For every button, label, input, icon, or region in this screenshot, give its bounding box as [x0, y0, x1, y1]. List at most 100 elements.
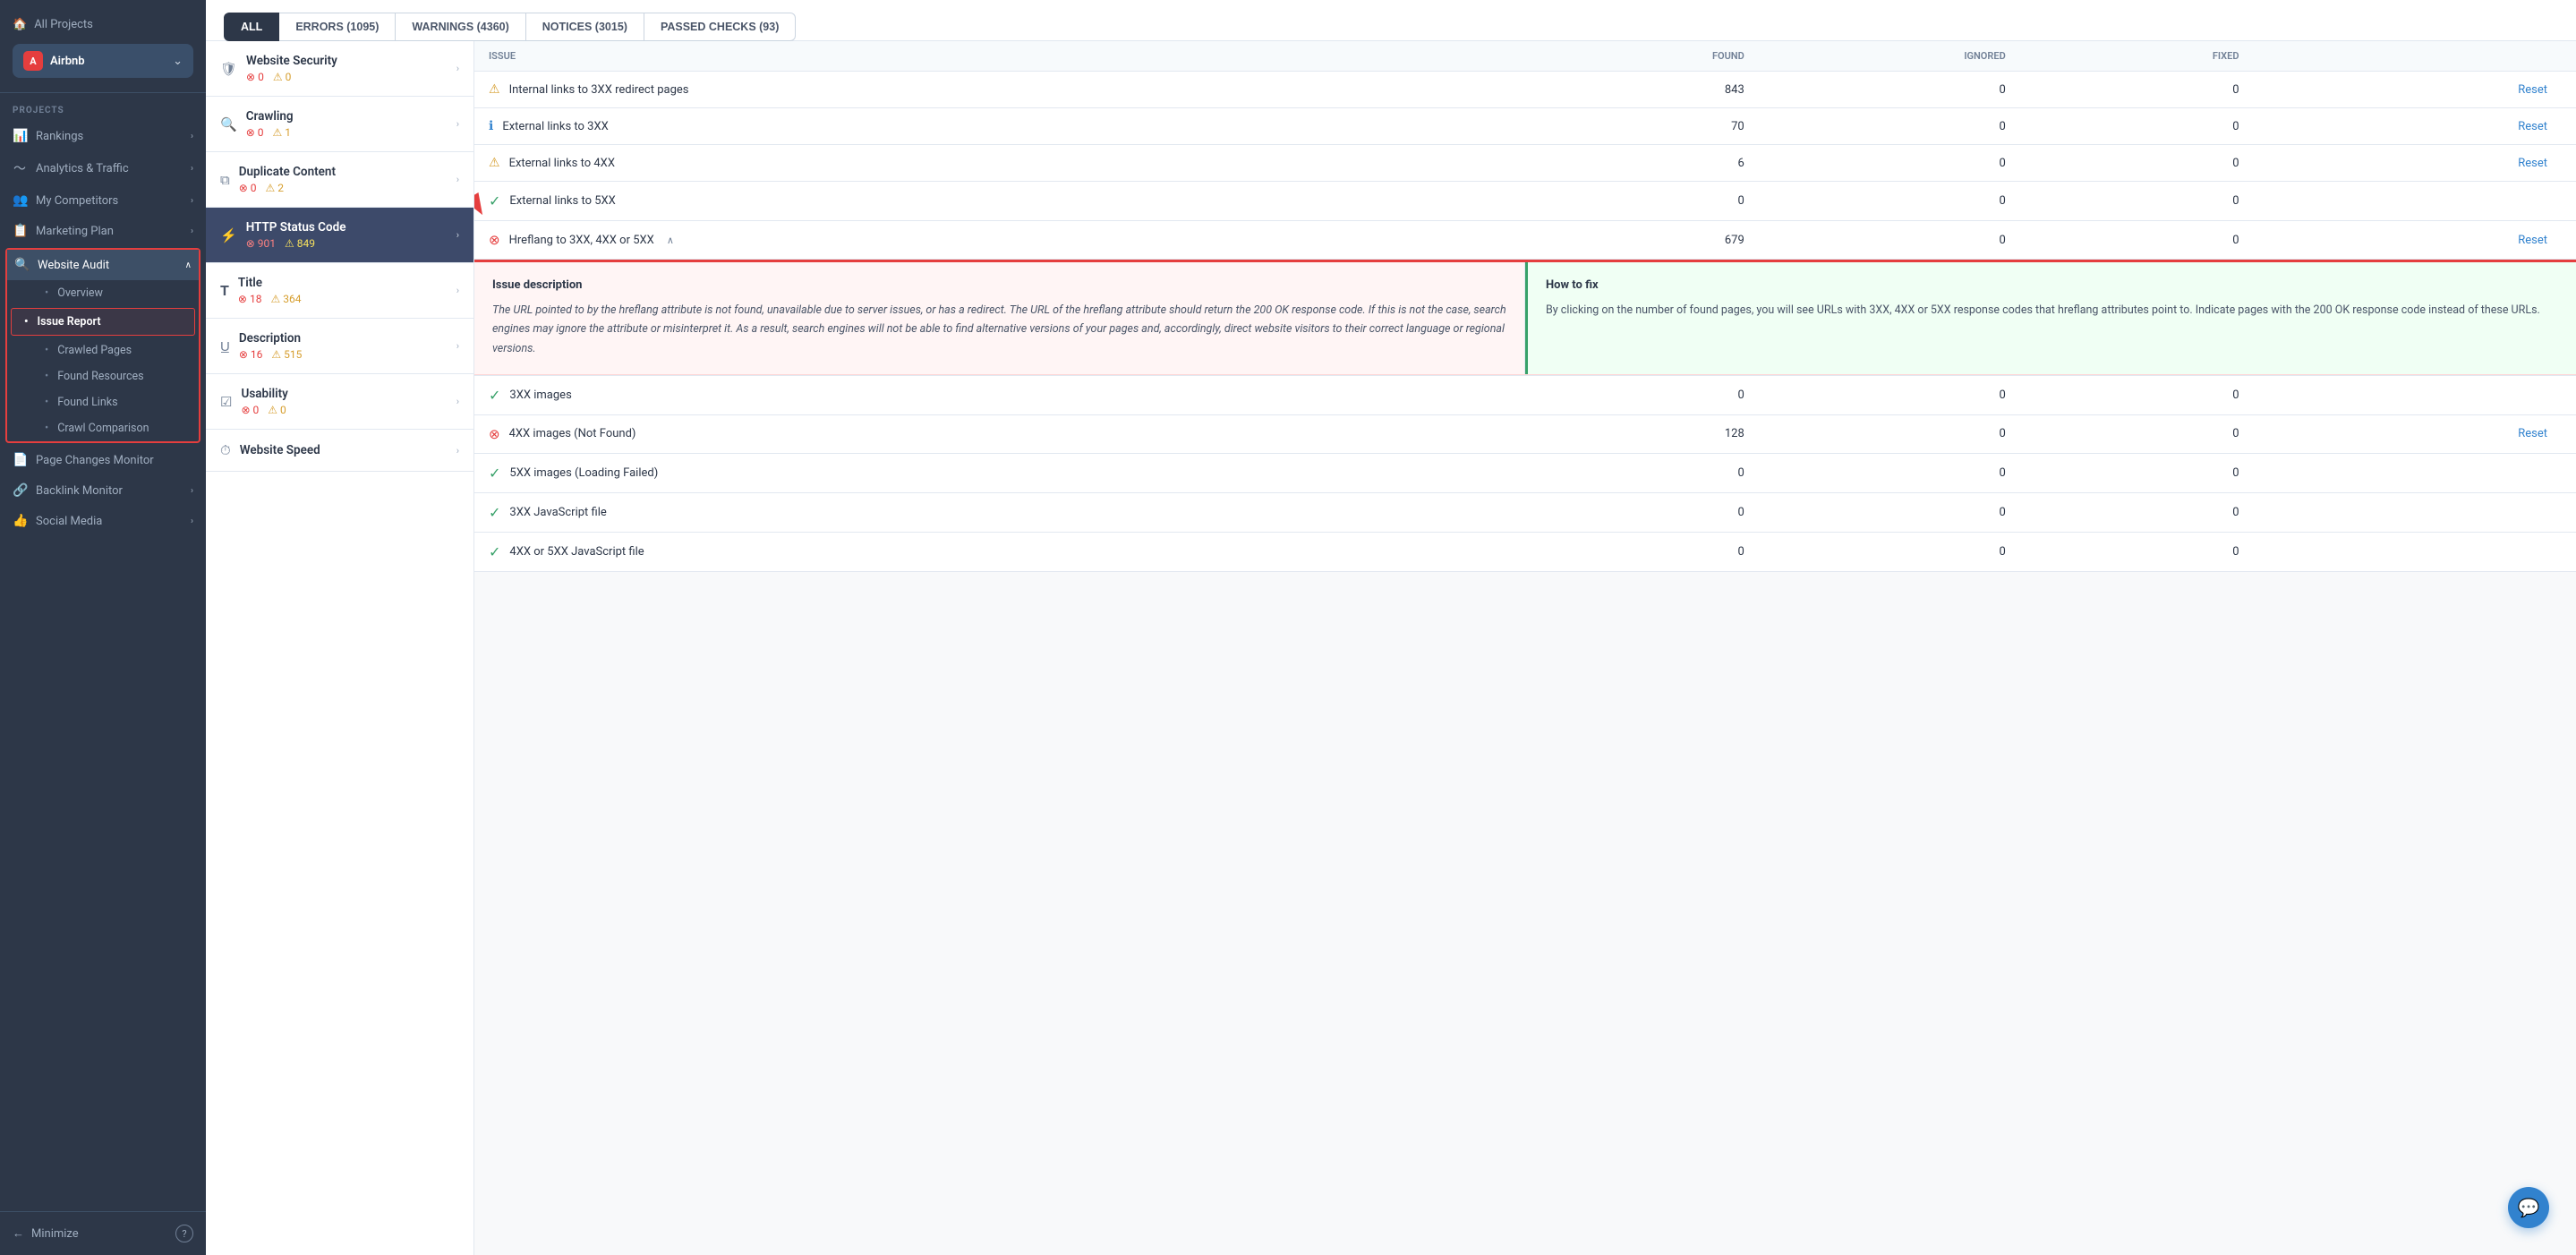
sidebar-subitem-overview[interactable]: • Overview: [7, 280, 199, 306]
chevron-icon: ›: [191, 226, 193, 236]
content-area: 🛡 Website Security ⊗ 0 ⚠ 0 › 🔍 Crawl: [206, 41, 2576, 1255]
warn-count: ⚠ 0: [268, 404, 286, 416]
chevron-right-icon: ›: [456, 229, 459, 241]
tab-warnings[interactable]: WARNINGS (4360): [396, 13, 525, 41]
no-action: [2254, 182, 2576, 221]
sidebar-subitem-crawled-pages[interactable]: • Crawled Pages: [7, 337, 199, 363]
chevron-right-icon: ›: [456, 118, 459, 130]
audit-label: Website Audit: [38, 259, 109, 272]
col-action: [2254, 41, 2576, 72]
ignored-count: 0: [1759, 414, 2020, 453]
table-row: ⚠ Internal links to 3XX redirect pages 8…: [474, 72, 2576, 108]
category-website-speed[interactable]: ⏱ Website Speed ›: [206, 430, 473, 472]
fixed-count: 0: [2020, 492, 2254, 532]
minimize-label: Minimize: [31, 1227, 79, 1241]
category-usability[interactable]: ☑ Usability ⊗ 0 ⚠ 0 ›: [206, 374, 473, 430]
sub-dot: •: [45, 286, 48, 300]
chevron-icon: ∧: [185, 260, 192, 270]
sidebar-item-backlink[interactable]: 🔗 Backlink Monitor ›: [0, 475, 206, 506]
table-row: ⊗ 4XX images (Not Found) 128 0 0 Reset: [474, 414, 2576, 453]
found-count: 679: [1525, 221, 1759, 260]
sidebar-subitem-found-resources[interactable]: • Found Resources: [7, 363, 199, 389]
reset-button[interactable]: Reset: [2503, 223, 2562, 258]
x-icon: ⊗: [246, 71, 255, 83]
reset-action[interactable]: Reset: [2254, 72, 2576, 108]
sidebar-bottom: ← Minimize ?: [0, 1211, 206, 1255]
sidebar-item-social[interactable]: 👍 Social Media ›: [0, 506, 206, 536]
sidebar-item-analytics[interactable]: 〜 Analytics & Traffic ›: [0, 151, 206, 185]
chevron-right-icon: ›: [456, 63, 459, 74]
warn-icon: ⚠: [273, 126, 283, 139]
category-http-status[interactable]: ⚡ HTTP Status Code ⊗ 901 ⚠ 849 ›: [206, 208, 473, 263]
search-icon: 🔍: [220, 116, 237, 132]
how-to-fix-section: How to fix By clicking on the number of …: [1525, 262, 2576, 374]
tab-errors[interactable]: ERRORS (1095): [279, 13, 396, 41]
reset-action[interactable]: Reset: [2254, 414, 2576, 453]
warn-count: ⚠ 364: [270, 293, 301, 305]
warning-icon: ⚠: [489, 82, 500, 97]
page-changes-icon: 📄: [13, 453, 27, 467]
ignored-count: 0: [1759, 108, 2020, 145]
issue-name-cell: ✓ 5XX images (Loading Failed): [489, 465, 1511, 482]
ignored-count: 0: [1759, 221, 2020, 260]
no-action: [2254, 453, 2576, 492]
error-count: ⊗ 18: [238, 293, 262, 305]
title-icon: T: [220, 282, 229, 299]
reset-button[interactable]: Reset: [2503, 146, 2562, 181]
description-icon: U̲: [220, 338, 230, 354]
error-count: ⊗ 0: [241, 404, 259, 416]
sidebar-item-competitors[interactable]: 👥 My Competitors ›: [0, 185, 206, 216]
minimize-button[interactable]: ← Minimize ?: [13, 1221, 193, 1246]
ignored-count: 0: [1759, 492, 2020, 532]
caret-up-icon[interactable]: ∧: [667, 235, 674, 246]
reset-action[interactable]: Reset: [2254, 145, 2576, 182]
social-icon: 👍: [13, 514, 27, 528]
no-action: [2254, 492, 2576, 532]
chevron-icon: ›: [191, 517, 193, 526]
sidebar-subitem-issue-report[interactable]: • Issue Report: [11, 308, 195, 336]
tab-notices[interactable]: NOTICES (3015): [526, 13, 644, 41]
category-website-security[interactable]: 🛡 Website Security ⊗ 0 ⚠ 0 ›: [206, 41, 473, 97]
project-selector[interactable]: A Airbnb ⌄: [13, 44, 193, 78]
ignored-count: 0: [1759, 72, 2020, 108]
category-title[interactable]: T Title ⊗ 18 ⚠ 364 ›: [206, 263, 473, 319]
reset-button[interactable]: Reset: [2503, 73, 2562, 107]
fixed-count: 0: [2020, 414, 2254, 453]
categories-panel: 🛡 Website Security ⊗ 0 ⚠ 0 › 🔍 Crawl: [206, 41, 474, 1255]
speed-icon: ⏱: [220, 442, 231, 458]
category-description[interactable]: U̲ Description ⊗ 16 ⚠ 515 ›: [206, 319, 473, 374]
issues-panel: Issue Found Ignored Fixed ⚠: [474, 41, 2576, 1255]
reset-button[interactable]: Reset: [2503, 109, 2562, 144]
sidebar-item-rankings[interactable]: 📊 Rankings ›: [0, 121, 206, 151]
issue-name: Internal links to 3XX redirect pages: [509, 83, 689, 97]
all-projects-link[interactable]: 🏠 All Projects: [13, 14, 193, 35]
x-icon: ⊗: [241, 404, 250, 416]
issue-name-cell: ✓ 3XX images: [489, 387, 1511, 404]
category-crawling[interactable]: 🔍 Crawling ⊗ 0 ⚠ 1 ›: [206, 97, 473, 152]
chat-button[interactable]: 💬: [2508, 1187, 2549, 1228]
tab-passed[interactable]: PASSED CHECKS (93): [644, 13, 796, 41]
backlink-icon: 🔗: [13, 483, 27, 498]
tab-all[interactable]: ALL: [224, 13, 279, 41]
sidebar-subitem-crawl-comparison[interactable]: • Crawl Comparison: [7, 415, 199, 441]
reset-button[interactable]: Reset: [2503, 416, 2562, 451]
sidebar-subitem-found-links[interactable]: • Found Links: [7, 389, 199, 415]
reset-action[interactable]: Reset: [2254, 108, 2576, 145]
reset-action[interactable]: Reset: [2254, 221, 2576, 260]
backlink-label: Backlink Monitor: [36, 484, 123, 498]
table-header-row: Issue Found Ignored Fixed: [474, 41, 2576, 72]
sidebar-item-marketing[interactable]: 📋 Marketing Plan ›: [0, 216, 206, 246]
warning-icon: ⚠: [489, 156, 500, 170]
sidebar-item-page-changes[interactable]: 📄 Page Changes Monitor: [0, 445, 206, 475]
help-icon[interactable]: ?: [175, 1225, 193, 1242]
passed-icon: ✓: [489, 543, 500, 560]
issue-name: Hreflang to 3XX, 4XX or 5XX: [509, 234, 654, 247]
no-action: [2254, 532, 2576, 571]
category-duplicate-content[interactable]: ⧉ Duplicate Content ⊗ 0 ⚠ 2 ›: [206, 152, 473, 208]
ignored-count: 0: [1759, 453, 2020, 492]
warn-icon: ⚠: [285, 237, 294, 250]
error-icon: ⊗: [489, 426, 500, 442]
fixed-count: 0: [2020, 453, 2254, 492]
sidebar-item-website-audit[interactable]: 🔍 Website Audit ∧: [7, 250, 199, 280]
found-count: 843: [1525, 72, 1759, 108]
